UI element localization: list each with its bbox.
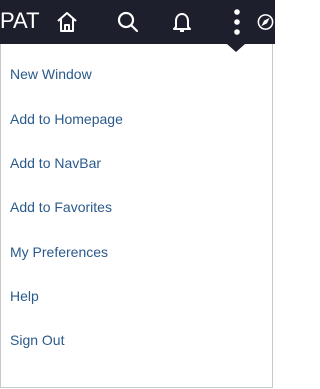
- menu-item-help[interactable]: Help: [10, 287, 39, 305]
- bell-icon[interactable]: [167, 7, 197, 37]
- menu-item-add-to-navbar[interactable]: Add to NavBar: [10, 154, 101, 172]
- menu-item-add-to-homepage[interactable]: Add to Homepage: [10, 110, 123, 128]
- menu-item-sign-out[interactable]: Sign Out: [10, 331, 64, 349]
- search-icon[interactable]: [113, 7, 143, 37]
- compass-icon[interactable]: [256, 7, 275, 37]
- actions-menu: New Window Add to Homepage Add to NavBar…: [0, 44, 273, 388]
- menu-caret: [227, 44, 245, 52]
- home-icon[interactable]: [52, 7, 82, 37]
- more-vertical-icon[interactable]: [222, 7, 252, 37]
- menu-item-add-to-favorites[interactable]: Add to Favorites: [10, 198, 112, 216]
- menu-item-new-window[interactable]: New Window: [10, 65, 92, 83]
- menu-item-my-preferences[interactable]: My Preferences: [10, 243, 108, 261]
- app-title: PAT: [0, 8, 40, 33]
- top-navigation-bar: PAT: [0, 0, 275, 44]
